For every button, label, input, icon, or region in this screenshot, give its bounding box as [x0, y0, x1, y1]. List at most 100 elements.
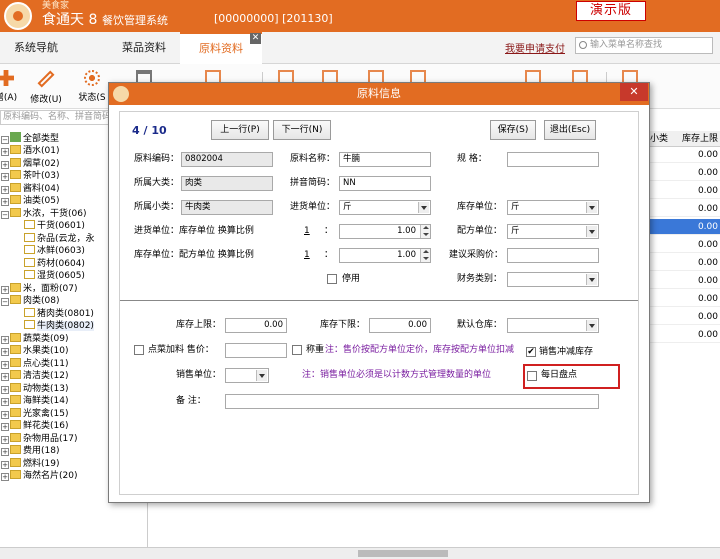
tree-item[interactable]: + 海鲜类(14): [1, 395, 68, 407]
tree-item[interactable]: 干货(0601): [14, 220, 85, 232]
chevron-down-icon[interactable]: [418, 202, 429, 213]
sale-deduct-checkbox[interactable]: ✔: [526, 347, 536, 357]
chevron-down-icon[interactable]: [586, 226, 597, 237]
add-button[interactable]: 增(A): [0, 68, 26, 108]
expand-icon[interactable]: +: [1, 198, 9, 206]
tree-item[interactable]: + 茶叶(03): [1, 170, 59, 182]
weigh-checkbox[interactable]: [292, 345, 302, 355]
tree-item[interactable]: 湿货(0605): [14, 270, 85, 282]
tree-item[interactable]: − 肉类(08): [1, 295, 59, 307]
expand-icon[interactable]: +: [1, 423, 9, 431]
spinner-arrows-icon[interactable]: [420, 225, 430, 238]
table-row[interactable]: 0.00: [650, 219, 720, 235]
exit-button[interactable]: 退出(Esc): [544, 120, 596, 140]
tree-item[interactable]: + 点心类(11): [1, 357, 68, 370]
dist-unit-select[interactable]: 斤: [507, 224, 599, 239]
prev-row-button[interactable]: 上一行(P): [211, 120, 269, 140]
stock-ratio-left[interactable]: 1: [304, 248, 310, 262]
table-row[interactable]: 0.00: [650, 273, 720, 289]
remark-field[interactable]: [225, 394, 599, 409]
in-ratio-spinner[interactable]: 1.00: [339, 224, 431, 239]
dialog-close-button[interactable]: ✕: [620, 83, 648, 101]
tree-item[interactable]: 冰鲜(0603): [14, 245, 85, 257]
spec-field[interactable]: [507, 152, 599, 167]
disabled-checkbox[interactable]: [327, 274, 337, 284]
table-row[interactable]: 0.00: [650, 309, 720, 325]
expand-icon[interactable]: +: [1, 348, 9, 356]
expand-icon[interactable]: +: [1, 185, 9, 194]
stock-ratio-spinner[interactable]: 1.00: [339, 248, 431, 263]
tab-close-icon[interactable]: ✕: [250, 33, 261, 44]
tree-item[interactable]: + 烟草(02): [1, 157, 59, 170]
suggest-price-field[interactable]: [507, 248, 599, 263]
expand-icon[interactable]: +: [1, 360, 9, 369]
chevron-down-icon[interactable]: [586, 320, 597, 331]
tree-item[interactable]: + 清洁类(12): [1, 370, 68, 382]
collapse-icon[interactable]: −: [1, 298, 9, 306]
table-row[interactable]: 0.00: [650, 327, 720, 343]
expand-icon[interactable]: +: [1, 373, 9, 381]
expand-icon[interactable]: +: [1, 460, 9, 469]
sale-unit-select[interactable]: [225, 368, 269, 383]
tree-horizontal-scrollbar[interactable]: [0, 547, 148, 559]
tree-item[interactable]: + 费用(18): [1, 445, 59, 457]
pinyin-field[interactable]: NN: [339, 176, 431, 191]
in-ratio-left[interactable]: 1: [304, 224, 310, 238]
expand-icon[interactable]: +: [1, 435, 9, 444]
tree-item[interactable]: + 光家禽(15): [1, 407, 68, 420]
tree-item[interactable]: 牛肉类(0802): [14, 320, 94, 332]
tree-item[interactable]: + 酱料(04): [1, 182, 59, 195]
expand-icon[interactable]: +: [1, 148, 9, 156]
expand-icon[interactable]: +: [1, 473, 9, 481]
collapse-icon[interactable]: −: [1, 210, 9, 219]
table-row[interactable]: 0.00: [650, 147, 720, 163]
tree-item[interactable]: 药材(0604): [14, 257, 85, 270]
finance-cat-select[interactable]: [507, 272, 599, 287]
name-field[interactable]: 牛腩: [339, 152, 431, 167]
menu-search-input[interactable]: 输入菜单名称查找: [575, 37, 713, 54]
table-row[interactable]: 0.00: [650, 201, 720, 217]
tree-item[interactable]: + 海然名片(20): [1, 470, 77, 482]
expand-icon[interactable]: +: [1, 385, 9, 394]
apply-payment-link[interactable]: 我要申请支付: [505, 40, 565, 55]
tree-item[interactable]: + 燃料(19): [1, 457, 59, 470]
expand-icon[interactable]: +: [1, 448, 9, 456]
tree-item[interactable]: + 酒水(01): [1, 145, 59, 157]
status-button[interactable]: 状态(S: [72, 68, 112, 108]
add-dish-checkbox[interactable]: [134, 345, 144, 355]
tree-item[interactable]: 猪肉类(0801): [14, 307, 94, 320]
expand-icon[interactable]: +: [1, 285, 9, 294]
chevron-down-icon[interactable]: [256, 370, 267, 381]
table-row[interactable]: 0.00: [650, 183, 720, 199]
expand-icon[interactable]: +: [1, 398, 9, 406]
stock-max-field[interactable]: 0.00: [225, 318, 287, 333]
tab-system-nav[interactable]: 系统导航: [0, 32, 72, 64]
grid-horizontal-scrollbar[interactable]: [148, 547, 720, 559]
tree-item[interactable]: + 蔬菜类(09): [1, 332, 68, 345]
save-button[interactable]: 保存(S): [490, 120, 536, 140]
table-row[interactable]: 0.00: [650, 237, 720, 253]
collapse-icon[interactable]: −: [1, 136, 9, 144]
sale-price-field[interactable]: [225, 343, 287, 358]
tree-item[interactable]: + 油类(05): [1, 195, 59, 207]
table-row[interactable]: 0.00: [650, 165, 720, 181]
tree-item[interactable]: 杂品(云龙，永: [14, 232, 95, 245]
tree-item[interactable]: − 水浓，干货(06): [1, 207, 86, 220]
expand-icon[interactable]: +: [1, 173, 9, 181]
expand-icon[interactable]: +: [1, 335, 9, 344]
expand-icon[interactable]: +: [1, 160, 9, 169]
table-row[interactable]: 0.00: [650, 291, 720, 307]
spinner-arrows-icon[interactable]: [420, 249, 430, 262]
tree-item[interactable]: + 鲜花类(16): [1, 420, 68, 432]
edit-button[interactable]: 修改(U): [26, 68, 66, 108]
table-row[interactable]: 0.00: [650, 255, 720, 271]
expand-icon[interactable]: +: [1, 410, 9, 419]
stock-unit-select[interactable]: 斤: [507, 200, 599, 215]
tree-item[interactable]: + 米，面粉(07): [1, 282, 77, 295]
tree-item[interactable]: + 水果类(10): [1, 345, 68, 357]
tree-root[interactable]: − 全部类型: [1, 132, 59, 144]
stock-min-field[interactable]: 0.00: [369, 318, 431, 333]
chevron-down-icon[interactable]: [586, 274, 597, 285]
next-row-button[interactable]: 下一行(N): [273, 120, 331, 140]
default-wh-select[interactable]: [507, 318, 599, 333]
